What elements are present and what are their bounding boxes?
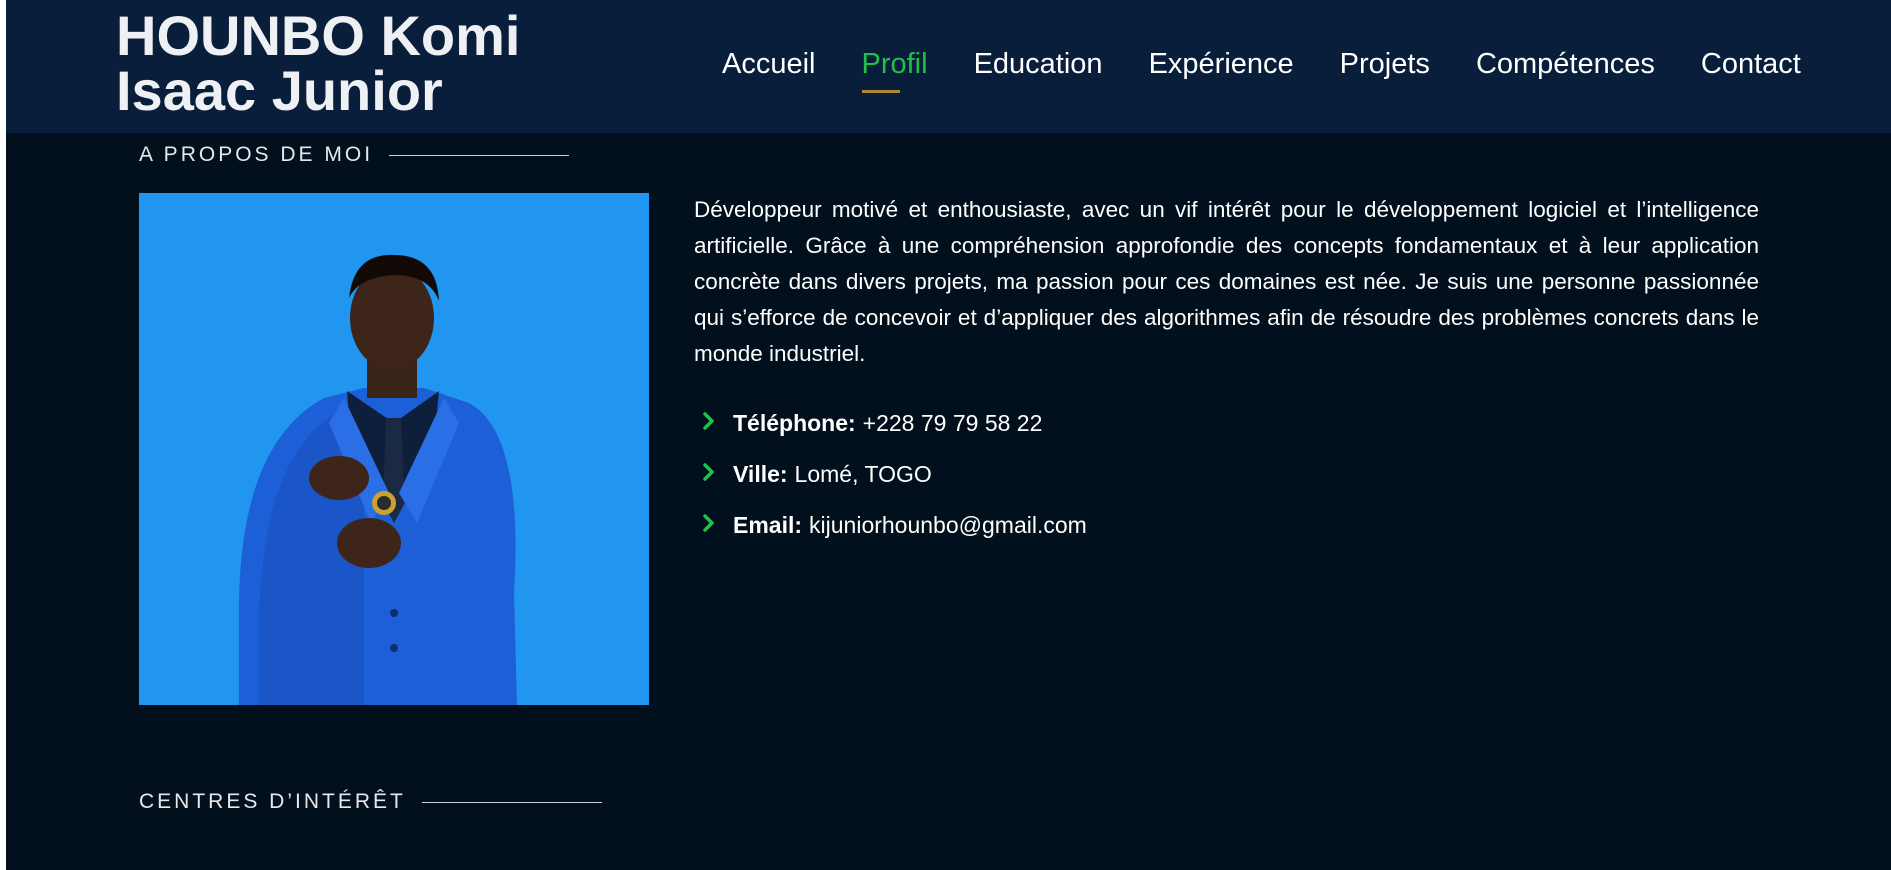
heading-divider (389, 154, 570, 156)
info-item-ville: Ville: Lomé, TOGO (699, 449, 1087, 500)
nav-item-experience[interactable]: Expérience (1149, 48, 1294, 81)
nav-item-education[interactable]: Education (974, 48, 1103, 81)
nav-item-contact[interactable]: Contact (1701, 48, 1801, 81)
page: HOUNBO Komi Isaac Junior Accueil Profil … (6, 0, 1891, 870)
site-header: HOUNBO Komi Isaac Junior Accueil Profil … (6, 0, 1891, 133)
about-section-heading: A PROPOS DE MOI (139, 143, 570, 167)
chevron-right-icon (703, 462, 714, 481)
main-nav: Accueil Profil Education Expérience Proj… (722, 48, 1847, 93)
nav-item-projets[interactable]: Projets (1340, 48, 1430, 81)
profile-photo (139, 193, 649, 705)
info-item-email: Email: kijuniorhounbo@gmail.com (699, 500, 1087, 551)
bio-paragraph: Développeur motivé et enthousiaste, avec… (694, 197, 1759, 366)
nav-item-profil[interactable]: Profil (861, 48, 928, 93)
info-label: Téléphone: (733, 410, 856, 436)
site-title[interactable]: HOUNBO Komi Isaac Junior (116, 8, 676, 119)
info-label: Email: (733, 512, 803, 538)
heading-divider (421, 801, 602, 803)
interests-section-heading: CENTRES D’INTÉRÊT (139, 790, 602, 814)
nav-item-competences[interactable]: Compétences (1476, 48, 1655, 81)
chevron-right-icon (703, 513, 714, 532)
interests-heading-text: CENTRES D’INTÉRÊT (139, 790, 406, 813)
phone-value: +228 79 79 58 22 (862, 410, 1043, 436)
info-item-telephone: Téléphone: +228 79 79 58 22 (699, 398, 1087, 449)
contact-info-list: Téléphone: +228 79 79 58 22 Ville: Lomé,… (699, 398, 1087, 551)
profile-photo-illustration (139, 193, 649, 705)
email-value[interactable]: kijuniorhounbo@gmail.com (809, 512, 1087, 539)
chevron-right-icon (703, 411, 714, 430)
info-label: Ville: (733, 461, 788, 487)
city-value: Lomé, TOGO (794, 461, 932, 487)
about-heading-text: A PROPOS DE MOI (139, 143, 374, 166)
nav-item-accueil[interactable]: Accueil (722, 48, 816, 81)
